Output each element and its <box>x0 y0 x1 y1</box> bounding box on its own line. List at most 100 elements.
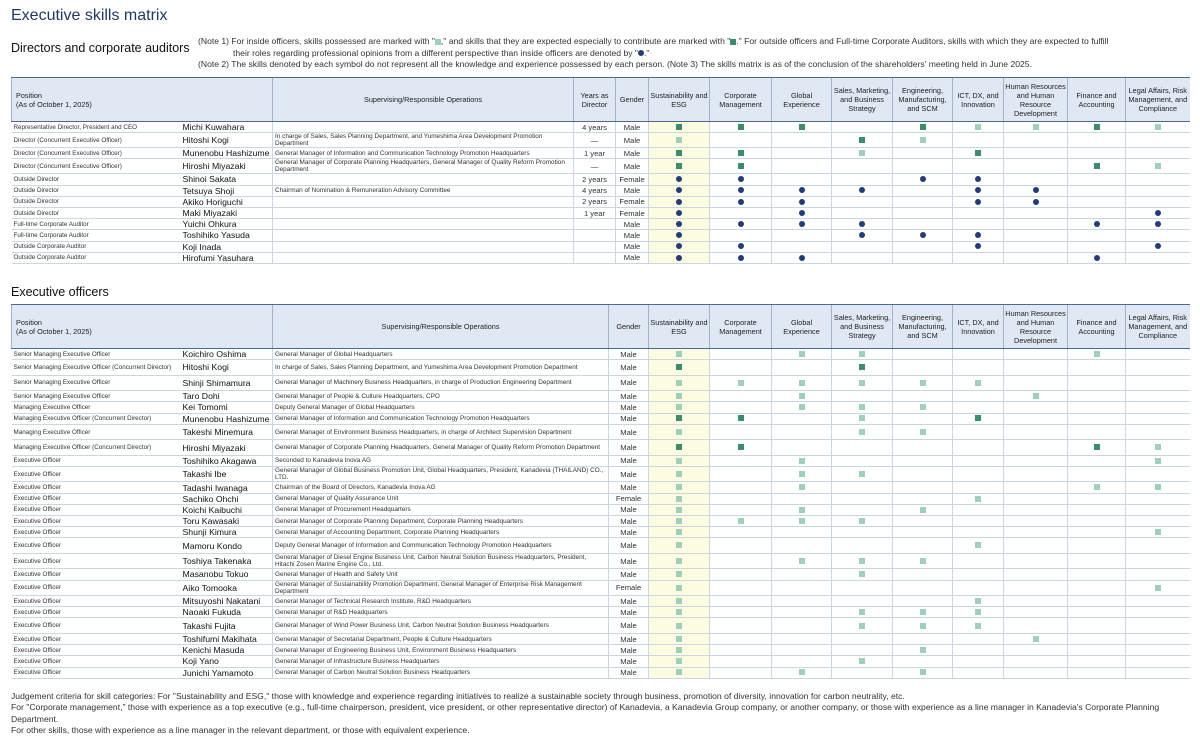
skill-header-engineering: Engineering, Manufacturing, and SCM <box>892 304 953 349</box>
skill-cell <box>831 359 893 376</box>
skill-cell <box>1125 218 1190 231</box>
skill-cell <box>771 424 832 441</box>
skill-cell <box>1067 147 1126 160</box>
position-cell: Full-time Corporate Auditor <box>11 218 181 231</box>
light-square-marker-icon <box>919 557 926 564</box>
skill-cell <box>1067 413 1126 425</box>
name-cell: Toru Kawasaki <box>180 515 273 528</box>
skill-header-global: Global Experience <box>771 304 832 349</box>
skill-cell <box>1003 553 1068 570</box>
light-square-marker-icon <box>676 542 683 549</box>
table-row: Managing Executive Officer Takeshi Minemu… <box>11 424 1190 441</box>
skill-cell <box>1067 481 1126 494</box>
skill-cell <box>892 439 953 456</box>
skill-cell <box>709 606 772 619</box>
skill-cell <box>1067 568 1126 581</box>
skill-cell <box>1003 241 1068 253</box>
gender-cell: Male <box>608 633 649 646</box>
name-cell: Hiroshi Miyazaki <box>180 158 273 175</box>
dot-marker-icon <box>737 187 744 194</box>
skill-cell <box>952 633 1004 646</box>
skill-header-legal: Legal Affairs, Risk Management, and Comp… <box>1125 77 1190 122</box>
dot-marker-icon <box>975 198 982 205</box>
skill-header-sales: Sales, Marketing, and Business Strategy <box>831 304 893 349</box>
position-cell: Senior Managing Executive Officer (Concu… <box>11 359 181 376</box>
position-cell: Executive Officer <box>11 655 181 668</box>
skill-cell <box>1125 252 1190 264</box>
skill-cell <box>709 401 772 414</box>
light-square-marker-icon <box>676 647 683 654</box>
gender-cell: Female <box>615 207 649 220</box>
light-square-marker-icon <box>1093 350 1100 357</box>
skill-cell <box>892 493 953 505</box>
years-header: Years as Director <box>573 77 616 122</box>
skill-cell <box>709 121 772 134</box>
skill-cell <box>831 196 893 208</box>
skill-cell <box>1003 633 1068 646</box>
skill-cell <box>1067 466 1126 483</box>
dot-marker-icon <box>676 243 683 250</box>
dot-marker-icon <box>737 221 744 228</box>
as-of-label: (As of October 1, 2025) <box>16 99 92 109</box>
skill-cell <box>771 633 832 646</box>
gender-cell: Male <box>615 218 649 231</box>
name-cell: Hitoshi Kogi <box>180 359 273 376</box>
skill-cell <box>709 207 772 220</box>
dot-marker-icon <box>737 243 744 250</box>
skill-cell <box>648 207 710 220</box>
light-square-marker-icon <box>859 571 866 578</box>
position-cell: Director (Concurrent Executive Officer) <box>11 147 181 160</box>
skill-cell <box>709 644 772 657</box>
position-cell: Managing Executive Officer (Concurrent D… <box>11 413 181 425</box>
skill-cell <box>771 196 832 208</box>
skill-cell <box>831 390 893 403</box>
position-cell: Outside Corporate Auditor <box>11 252 181 264</box>
skill-cell <box>648 504 710 517</box>
skill-cell <box>709 481 772 494</box>
light-square-marker-icon <box>859 428 866 435</box>
skill-cell <box>1067 424 1126 441</box>
skill-cell <box>709 633 772 646</box>
gender-cell: Male <box>608 424 649 441</box>
skill-cell <box>952 595 1004 608</box>
skill-cell <box>709 132 772 149</box>
skill-cell <box>648 466 710 483</box>
skill-cell <box>1067 218 1126 231</box>
position-cell: Director (Concurrent Executive Officer) <box>11 158 181 175</box>
gender-cell: Female <box>608 580 649 597</box>
skill-header-engineering: Engineering, Manufacturing, and SCM <box>892 77 953 122</box>
operations-cell: General Manager of Carbon Neutral Soluti… <box>272 667 609 679</box>
position-cell: Senior Managing Executive Officer <box>11 375 181 392</box>
light-square-marker-icon <box>975 597 982 604</box>
skill-cell <box>648 401 710 414</box>
skill-cell <box>771 158 832 175</box>
skill-cell <box>648 132 710 149</box>
skill-cell <box>771 481 832 494</box>
table-row: Executive Officer Shunji Kimura General Ma… <box>11 526 1190 539</box>
skill-cell <box>771 595 832 608</box>
table-row: Executive Officer Tadashi Iwanaga Chairman… <box>11 481 1190 494</box>
skill-header-hr: Human Resources and Human Resource Devel… <box>1003 77 1068 122</box>
skill-cell <box>1067 617 1126 634</box>
skill-cell <box>952 439 1004 456</box>
light-square-marker-icon <box>676 571 683 578</box>
skill-cell <box>952 537 1004 554</box>
skill-cell <box>892 359 953 376</box>
skill-cell <box>952 241 1004 253</box>
skill-cell <box>831 493 893 505</box>
skill-cell <box>831 553 893 570</box>
skill-header-sustainability: Sustainability and ESG <box>648 77 710 122</box>
skill-cell <box>952 207 1004 220</box>
operations-cell: Deputy General Manager of Information an… <box>272 537 609 554</box>
light-square-marker-icon <box>737 379 744 386</box>
skill-cell <box>771 580 832 597</box>
name-cell: Taro Dohi <box>180 390 273 403</box>
skill-cell <box>1067 606 1126 619</box>
dark-square-marker-icon <box>859 137 866 144</box>
skill-cell <box>648 390 710 403</box>
name-cell: Munenobu Hashizume <box>180 413 273 425</box>
skill-cell <box>648 173 710 186</box>
skill-cell <box>1003 580 1068 597</box>
skill-cell <box>1003 207 1068 220</box>
table-row: Executive Officer Toru Kawasaki General Ma… <box>11 515 1190 528</box>
